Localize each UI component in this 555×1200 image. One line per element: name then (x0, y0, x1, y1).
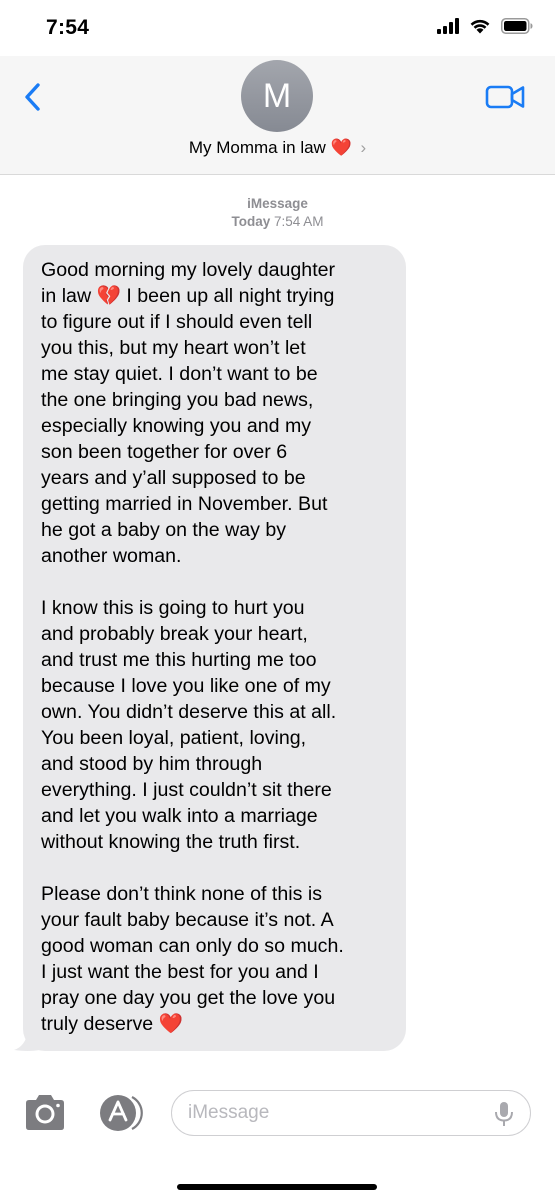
video-camera-icon (485, 85, 525, 109)
message-text: Please don’t think none of this is your … (41, 883, 344, 1035)
timestamp-day: Today (231, 214, 271, 229)
camera-icon (26, 1095, 64, 1130)
battery-icon (501, 18, 533, 34)
chevron-right-icon: › (360, 138, 367, 157)
contact-name-row[interactable]: My Momma in law ❤️ › (0, 138, 555, 158)
message-text: I been up all night trying to figure out… (41, 285, 335, 567)
message-paragraph-1: Good morning my lovely daughter in law 💔… (41, 257, 390, 569)
status-icons (437, 18, 533, 34)
back-button[interactable] (16, 80, 50, 114)
thread-meta: iMessage Today 7:54 AM (0, 195, 555, 231)
messages-screen: 7:54 M My Momma in law ❤️ › iMessage Tod… (0, 0, 555, 1200)
cellular-signal-icon (437, 18, 459, 34)
timestamp: Today 7:54 AM (0, 213, 555, 231)
home-indicator[interactable] (177, 1184, 377, 1190)
incoming-message-bubble[interactable]: Good morning my lovely daughter in law 💔… (23, 245, 406, 1051)
status-time: 7:54 (46, 16, 90, 39)
conversation-header: M My Momma in law ❤️ › (0, 56, 555, 175)
timestamp-time: 7:54 AM (274, 214, 324, 229)
message-input[interactable] (171, 1090, 531, 1136)
red-heart-emoji: ❤️ (158, 1012, 184, 1035)
facetime-video-button[interactable] (485, 82, 527, 112)
message-paragraph-3: Please don’t think none of this is your … (41, 881, 390, 1037)
app-store-icon (100, 1095, 143, 1131)
contact-name: My Momma in law (188, 138, 326, 157)
message-paragraph-2: I know this is going to hurt you and pro… (41, 597, 337, 853)
camera-button[interactable] (22, 1093, 68, 1133)
status-bar: 7:54 (0, 0, 555, 56)
contact-heart-emoji: ❤️ (330, 138, 352, 158)
service-label: iMessage (247, 196, 308, 211)
broken-heart-emoji: 💔 (96, 284, 121, 307)
chevron-left-icon (25, 83, 40, 111)
microphone-icon[interactable] (494, 1101, 514, 1127)
app-store-button[interactable] (96, 1093, 146, 1133)
contact-avatar[interactable]: M (241, 60, 313, 132)
wifi-icon (470, 19, 490, 34)
